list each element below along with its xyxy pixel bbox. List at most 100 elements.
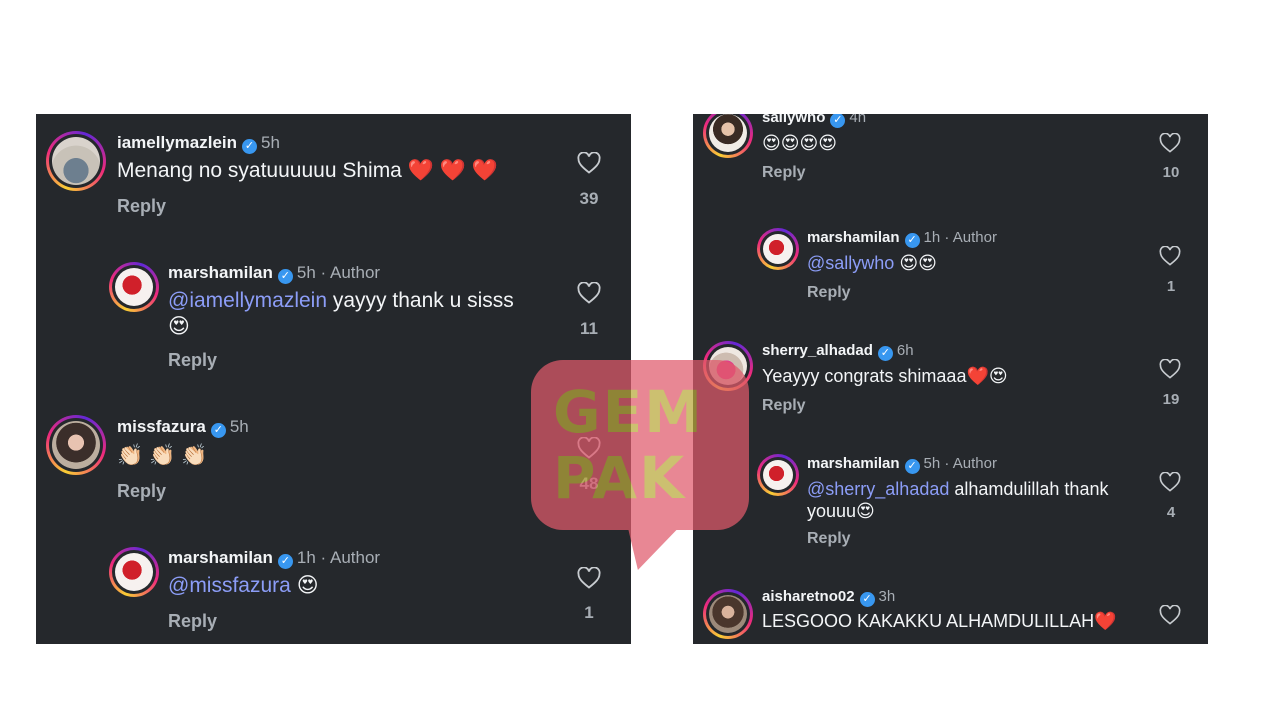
reply-button[interactable]: Reply [117, 481, 166, 502]
comment-marshamilan-reply-2: marshamilan ✓ 1h · Author @missfazura 😍 Re… [36, 539, 631, 644]
like-heart-icon[interactable] [1159, 359, 1181, 379]
username[interactable]: marshamilan [168, 263, 273, 282]
like-heart-icon[interactable] [1159, 472, 1181, 492]
verified-badge-icon: ✓ [830, 114, 846, 128]
like-count: 10 [1162, 164, 1180, 181]
comment-meta: marshamilan ✓ 1h · Author [807, 229, 997, 248]
comment-meta: marshamilan ✓ 1h · Author [168, 548, 380, 569]
like-count: 19 [1162, 391, 1180, 408]
timestamp: 5h [923, 455, 941, 472]
author-tag: · Author [320, 548, 381, 567]
emoji-hearts: ❤️ ❤️ ❤️ [407, 159, 498, 182]
reply-button[interactable]: Reply [762, 164, 806, 182]
mention-link[interactable]: @sherry_alhadad [807, 479, 949, 499]
emoji: 😍 [168, 315, 190, 338]
comment-text: LESGOOO KAKAKKU ALHAMDULILLAH❤️ [762, 611, 1117, 631]
timestamp: 5h [261, 133, 280, 152]
like-heart-icon[interactable] [577, 282, 601, 304]
verified-badge-icon: ✓ [242, 139, 258, 154]
comments-panel-left: iamellymazlein ✓ 5h Menang no syatuuuuuu S… [36, 114, 631, 644]
timestamp: 4h [849, 114, 867, 126]
like-count: 1 [1166, 278, 1176, 295]
comment-marshamilan-reply: marshamilan ✓ 1h · Author @sallywho 😍😍 Rep… [693, 226, 1208, 326]
comment-meta: sherry_alhadad ✓ 6h [762, 342, 914, 361]
comment-missfazura: missfazura ✓ 5h 👏🏻 👏🏻 👏🏻 Reply 48 [36, 399, 631, 529]
emoji: 😍 [296, 574, 319, 597]
username[interactable]: marshamilan [807, 455, 900, 472]
username[interactable]: sallywho [762, 114, 825, 126]
verified-badge-icon: ✓ [904, 459, 920, 474]
like-count: 39 [579, 189, 599, 208]
comments-panel-right: sallywho ✓ 4h 😍😍😍😍 Reply 10 marshamilan ✓ 1h… [693, 114, 1208, 644]
verified-badge-icon: ✓ [210, 423, 226, 438]
comment-iamellymazlein: iamellymazlein ✓ 5h Menang no syatuuuuuu S… [36, 114, 631, 244]
like-count: 1 [584, 603, 594, 622]
avatar[interactable] [46, 415, 106, 475]
username[interactable]: marshamilan [168, 548, 273, 567]
timestamp: 1h [923, 229, 941, 246]
avatar[interactable] [757, 454, 799, 496]
mention-link[interactable]: @iamellymazlein [168, 289, 327, 312]
like-heart-icon[interactable] [577, 437, 601, 459]
mention-link[interactable]: @sallywho [807, 253, 894, 273]
emoji: 😍😍 [899, 253, 937, 273]
mention-link[interactable]: @missfazura [168, 574, 291, 597]
comment-meta: marshamilan ✓ 5h · Author [807, 455, 997, 474]
comment-marshamilan-reply-2: marshamilan ✓ 5h · Author @sherry_alhadad … [693, 452, 1208, 552]
comment-meta: sallywho ✓ 4h [762, 114, 866, 128]
like-heart-icon[interactable] [1159, 246, 1181, 266]
username[interactable]: missfazura [117, 417, 206, 436]
comment-text: Menang no syatuuuuuu Shima ❤️ ❤️ ❤️ [117, 159, 498, 182]
reply-button[interactable]: Reply [807, 530, 851, 548]
like-heart-icon[interactable] [1159, 133, 1181, 153]
timestamp: 6h [896, 342, 914, 359]
comment-text: @sherry_alhadad alhamdulillah thank youu… [807, 479, 1109, 521]
reply-button[interactable]: Reply [168, 611, 217, 632]
comment-aisharetno02: aisharetno02 ✓ 3h LESGOOO KAKAKKU ALHAMDUL… [693, 587, 1208, 644]
emoji-clap: 👏🏻 👏🏻 👏🏻 [117, 444, 208, 467]
like-heart-icon[interactable] [577, 152, 601, 174]
avatar[interactable] [703, 114, 753, 158]
timestamp: 5h [296, 263, 316, 282]
username[interactable]: iamellymazlein [117, 133, 237, 152]
avatar[interactable] [46, 131, 106, 191]
emoji: 😍 [856, 501, 875, 521]
comment-sherry-alhadad: sherry_alhadad ✓ 6h Yeayyy congrats shimaa… [693, 339, 1208, 439]
emoji: ❤️ [1094, 611, 1117, 631]
author-tag: · Author [320, 263, 381, 282]
comment-meta: missfazura ✓ 5h [117, 417, 249, 438]
avatar[interactable] [703, 589, 753, 639]
author-tag: · Author [944, 455, 997, 472]
reply-button[interactable]: Reply [117, 196, 166, 217]
comment-text: @iamellymazlein yayyy thank u sisss 😍 [168, 289, 514, 338]
verified-badge-icon: ✓ [904, 233, 920, 248]
verified-badge-icon: ✓ [877, 346, 893, 361]
comment-meta: iamellymazlein ✓ 5h [117, 133, 280, 154]
username[interactable]: sherry_alhadad [762, 342, 873, 359]
like-count: 4 [1166, 504, 1176, 521]
like-heart-icon[interactable] [577, 567, 601, 589]
timestamp: 1h [296, 548, 316, 567]
comment-text: 😍😍😍😍 [762, 132, 837, 154]
like-count: 48 [579, 474, 599, 493]
like-heart-icon[interactable] [1159, 605, 1181, 625]
comment-sallywho: sallywho ✓ 4h 😍😍😍😍 Reply 10 [693, 114, 1208, 206]
username[interactable]: aisharetno02 [762, 588, 855, 605]
comment-meta: marshamilan ✓ 5h · Author [168, 263, 380, 284]
reply-button[interactable]: Reply [168, 350, 217, 371]
avatar[interactable] [109, 547, 159, 597]
reply-button[interactable]: Reply [807, 284, 851, 302]
like-count: 11 [580, 319, 598, 338]
timestamp: 3h [878, 588, 896, 605]
avatar[interactable] [109, 262, 159, 312]
author-tag: · Author [944, 229, 997, 246]
comment-marshamilan-reply: marshamilan ✓ 5h · Author @iamellymazlein … [36, 254, 631, 394]
comment-text: @missfazura 😍 [168, 573, 319, 599]
reply-button[interactable]: Reply [762, 397, 806, 415]
avatar[interactable] [757, 228, 799, 270]
emoji: 😍😍😍😍 [762, 133, 838, 153]
avatar[interactable] [703, 341, 753, 391]
username[interactable]: marshamilan [807, 229, 900, 246]
timestamp: 5h [229, 417, 249, 436]
comment-text: Yeayyy congrats shimaaa❤️😍 [762, 366, 1008, 386]
